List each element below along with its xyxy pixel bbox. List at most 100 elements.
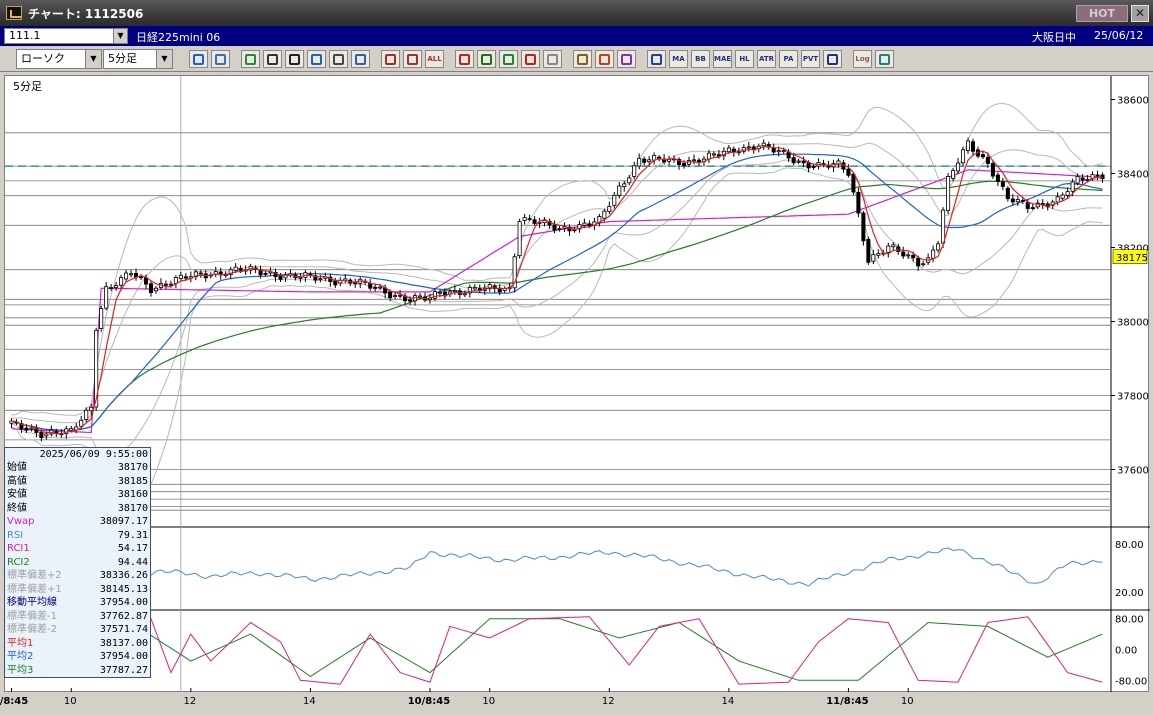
trash-icon[interactable]	[351, 50, 370, 68]
line-icon[interactable]	[263, 50, 282, 68]
data-row-label: 平均2	[7, 651, 34, 662]
candle-body	[79, 419, 84, 427]
export-icon[interactable]	[875, 50, 894, 68]
chart-icon[interactable]	[499, 50, 518, 68]
data-row-label: 標準偏差+2	[7, 570, 62, 581]
bb-icon[interactable]: BB	[691, 50, 710, 68]
icon-glyph	[577, 54, 588, 65]
grid-icon[interactable]	[573, 50, 592, 68]
candle-body	[278, 275, 283, 280]
data-row: 始値 38170	[7, 462, 150, 474]
data-row-label: RCI2	[7, 556, 30, 568]
candle-body	[373, 287, 378, 289]
candle-body	[731, 148, 736, 153]
candle-body	[388, 291, 393, 299]
candle-body	[657, 156, 662, 159]
candle-body	[233, 266, 238, 271]
magnify-icon[interactable]	[477, 50, 496, 68]
cursor-icon[interactable]	[285, 50, 304, 68]
data-row-value: 38160	[117, 489, 148, 500]
data-row-label: 標準偏差+1	[7, 583, 62, 595]
candle-icon[interactable]	[381, 50, 400, 68]
x-tick-label: 12	[601, 696, 615, 707]
candle-body	[801, 160, 806, 164]
data-row: 平均2 37954.00	[7, 651, 150, 663]
timeframe-select[interactable]: 5分足 ▼	[103, 49, 173, 69]
data-row: 標準偏差-2 37571.74	[7, 624, 150, 636]
candle-body	[84, 409, 89, 420]
data-row: 終値 38170	[7, 503, 150, 515]
icon-glyph	[215, 54, 226, 65]
undo-icon[interactable]	[307, 50, 326, 68]
data-row-label: 安値	[7, 489, 27, 500]
data-row-value: 37787.27	[99, 664, 148, 676]
candle-body	[1000, 181, 1005, 187]
note-icon[interactable]	[329, 50, 348, 68]
candle-body	[119, 277, 124, 286]
hl-icon[interactable]: HL	[735, 50, 754, 68]
table-icon[interactable]	[647, 50, 666, 68]
current-price-label: 38175	[1116, 253, 1148, 264]
all-icon[interactable]: ALL	[425, 50, 444, 68]
candle-body	[99, 308, 104, 329]
anchor-icon[interactable]	[455, 50, 474, 68]
data-row: 標準偏差+1 38145.13	[7, 584, 150, 596]
data-row: RCI1 54.17	[7, 543, 150, 555]
candle-body	[632, 165, 637, 177]
pa-icon[interactable]: PA	[779, 50, 798, 68]
candle-body	[946, 176, 951, 211]
window-icon[interactable]	[211, 50, 230, 68]
symbol-select[interactable]: 111.1 ▼	[4, 28, 128, 44]
chart-canvas[interactable]: 5分足3860038400382003800037800376003817580…	[5, 76, 1150, 693]
pen-icon[interactable]	[241, 50, 260, 68]
split-icon[interactable]	[521, 50, 540, 68]
data-row: 移動平均線 37954.00	[7, 597, 150, 609]
lock-icon[interactable]	[543, 50, 562, 68]
log-icon[interactable]: Log	[853, 50, 872, 68]
candle-body	[776, 150, 781, 153]
candle-body	[24, 427, 29, 431]
ma-icon[interactable]: MA	[669, 50, 688, 68]
candle-body	[398, 294, 403, 297]
data-row: RCI2 94.44	[7, 557, 150, 569]
data-row-value: 79.31	[117, 529, 148, 541]
candle-body	[1025, 201, 1030, 210]
candle2-icon[interactable]	[403, 50, 422, 68]
data-row: 標準偏差+2 38336.26	[7, 570, 150, 582]
chevron-down-icon[interactable]: ▼	[85, 50, 101, 68]
chart-area[interactable]: 5分足 38600 38400 38200 38000 37800 37600 38175 80…	[4, 75, 1150, 693]
chevron-down-icon[interactable]: ▼	[156, 50, 172, 68]
data-row-value: 38145.13	[99, 583, 148, 595]
data-row: 安値 38160	[7, 489, 150, 501]
data-row-value: 38185	[117, 475, 148, 487]
data-row-value: 54.17	[117, 543, 148, 554]
frame-icon[interactable]	[823, 50, 842, 68]
candle-body	[612, 194, 617, 206]
pvt-icon[interactable]: PVT	[801, 50, 820, 68]
candle-body	[876, 253, 881, 256]
palette-icon[interactable]	[617, 50, 636, 68]
icon-glyph	[245, 54, 256, 65]
candle-body	[891, 244, 896, 248]
data-row-value: 38170	[117, 462, 148, 473]
candle-body	[901, 251, 906, 257]
candle-body	[607, 206, 612, 213]
candle-body	[647, 159, 652, 163]
candle-body	[353, 282, 358, 285]
hot-button[interactable]: HOT	[1076, 5, 1128, 22]
candle-body	[980, 154, 985, 158]
candle-body	[582, 222, 587, 226]
chevron-down-icon[interactable]: ▼	[113, 29, 127, 43]
candle-body	[44, 433, 49, 437]
rsi-tick-label: 80.00	[1115, 540, 1144, 551]
zoom-icon[interactable]	[189, 50, 208, 68]
data-row-label: 平均1	[7, 637, 34, 649]
candle-body	[552, 224, 557, 231]
chart-type-select[interactable]: ローソク ▼	[16, 49, 102, 69]
data-row-label: RCI1	[7, 543, 30, 554]
atr-icon[interactable]: ATR	[757, 50, 776, 68]
wrench-icon[interactable]	[595, 50, 614, 68]
close-button[interactable]: ✕	[1131, 5, 1149, 22]
mae-icon[interactable]: MAE	[713, 50, 732, 68]
symbol-value: 111.1	[9, 29, 41, 42]
